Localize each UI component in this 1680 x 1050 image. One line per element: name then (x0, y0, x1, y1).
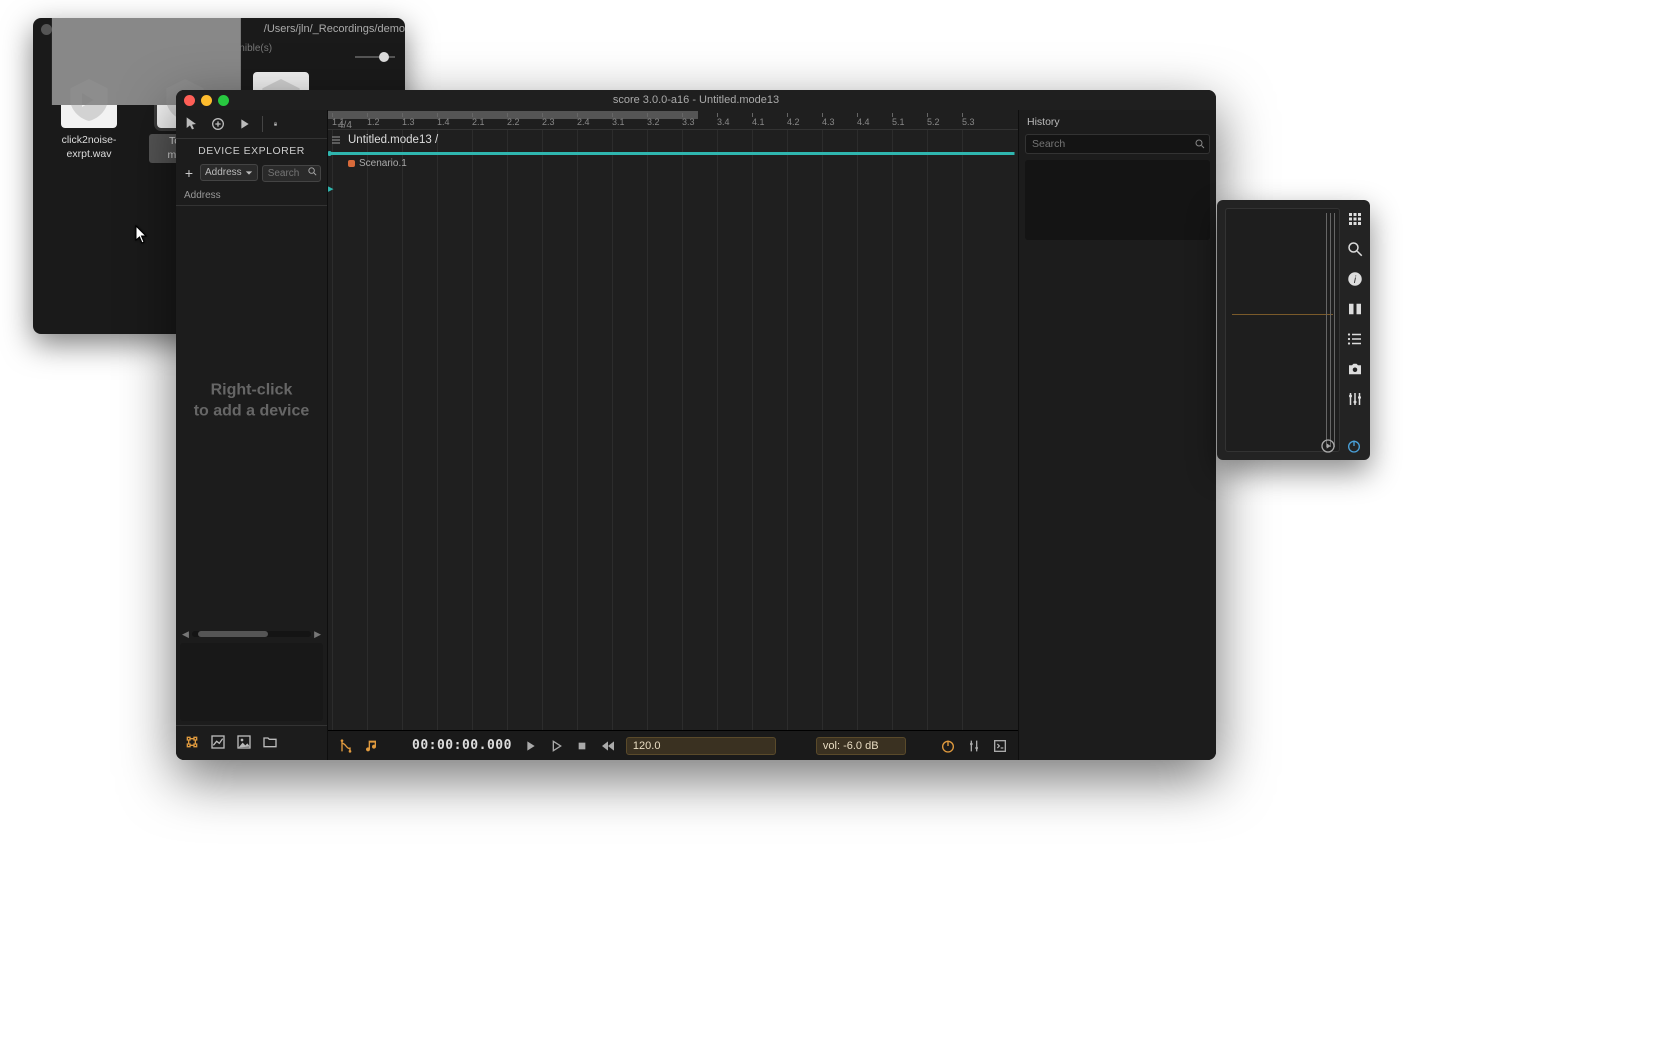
scenario-name: Scenario.1 (359, 158, 407, 169)
search-icon[interactable] (307, 166, 318, 177)
finder-titlebar[interactable]: /Users/jln/_Recordings/demo (33, 18, 405, 40)
timeline-panel: 1.11.21.31.42.12.22.32.43.13.23.33.44.14… (328, 110, 1018, 760)
music-icon[interactable] (364, 738, 380, 754)
interval-bar[interactable] (328, 152, 1018, 155)
score-title-text: score 3.0.0-a16 - Untitled.mode13 (176, 94, 1216, 106)
inspector-dock: i (1217, 200, 1370, 460)
search-icon[interactable] (1346, 240, 1364, 258)
device-explorer-panel: DEVICE EXPLORER + Address Address Right-… (176, 110, 328, 760)
gridline (752, 130, 753, 730)
dropdown-label: Address (205, 167, 242, 178)
add-tool-icon[interactable] (210, 116, 226, 132)
explorer-filter-dropdown[interactable]: Address (200, 164, 258, 181)
explorer-title: DEVICE EXPLORER (176, 139, 327, 163)
history-list[interactable] (1025, 160, 1210, 240)
lock-icon[interactable] (262, 116, 278, 132)
chart-icon[interactable] (210, 734, 226, 750)
columns-icon[interactable] (1346, 300, 1364, 318)
menu-icon[interactable] (330, 134, 342, 146)
finder-zoom-slider[interactable] (355, 56, 395, 58)
finder-path-text: /Users/jln/_Recordings/demo (264, 23, 405, 35)
finder-file-item[interactable]: click2noise-exrpt.wav (53, 72, 125, 163)
score-titlebar[interactable]: score 3.0.0-a16 - Untitled.mode13 (176, 90, 1216, 110)
info-icon[interactable]: i (1346, 270, 1364, 288)
history-search-input[interactable] (1025, 134, 1210, 154)
explorer-bottom-toolbar (176, 725, 327, 760)
explorer-searchbar: + Address (176, 163, 327, 186)
console-icon[interactable] (992, 738, 1008, 754)
history-panel: History (1018, 110, 1216, 760)
explorer-detail (180, 643, 323, 721)
grid-icon[interactable] (1346, 210, 1364, 228)
nodes-icon[interactable] (184, 734, 200, 750)
gridline (542, 130, 543, 730)
play-tool-icon[interactable] (236, 116, 252, 132)
pointer-tool-icon[interactable] (184, 116, 200, 132)
gridline (612, 130, 613, 730)
playhead-marker-icon[interactable]: ▸ (328, 182, 334, 195)
search-icon[interactable] (1194, 138, 1206, 150)
play-outline-button[interactable] (548, 738, 564, 754)
add-device-button[interactable]: + (182, 165, 196, 181)
rewind-button[interactable] (600, 738, 616, 754)
explorer-placeholder: Right-click to add a device (176, 379, 327, 422)
score-window: score 3.0.0-a16 - Untitled.mode13 DEVICE… (176, 90, 1216, 760)
gridline (962, 130, 963, 730)
folder-icon[interactable] (262, 734, 278, 750)
timecode-display[interactable]: 00:00:00.000 (412, 738, 512, 753)
gridline (787, 130, 788, 730)
camera-icon[interactable] (1346, 360, 1364, 378)
inspector-side-tabs: i (1340, 200, 1370, 460)
gridline (892, 130, 893, 730)
power-icon[interactable] (1346, 438, 1362, 454)
play-circle-icon[interactable] (1320, 438, 1336, 454)
scroll-right-icon[interactable]: ▶ (314, 629, 321, 640)
list-icon[interactable] (1346, 330, 1364, 348)
scenario-label[interactable]: Scenario.1 (348, 158, 407, 169)
track-area[interactable]: Untitled.mode13 / Scenario.1 ▸ (328, 130, 1018, 730)
mouse-cursor (135, 225, 149, 245)
explorer-toolbar (176, 110, 327, 139)
gridline (507, 130, 508, 730)
history-search[interactable] (1025, 134, 1210, 154)
explorer-hscroll[interactable]: ◀ ▶ (176, 629, 327, 639)
branch-icon[interactable] (338, 738, 354, 754)
volume-value: vol: -6.0 dB (823, 740, 879, 752)
track-header[interactable]: Untitled.mode13 / (330, 134, 438, 146)
gridline (647, 130, 648, 730)
bpm-value: 120.0 (633, 740, 661, 752)
scroll-left-icon[interactable]: ◀ (182, 629, 189, 640)
gridline (367, 130, 368, 730)
transport-bar: 00:00:00.000 120.0 vol: -6.0 dB (328, 730, 1018, 760)
track-name: Untitled.mode13 / (348, 134, 438, 146)
gridline (717, 130, 718, 730)
sliders-icon[interactable] (1346, 390, 1364, 408)
gridline (472, 130, 473, 730)
inspector-body[interactable] (1225, 208, 1340, 452)
gridline (682, 130, 683, 730)
gridline (857, 130, 858, 730)
image-icon[interactable] (236, 734, 252, 750)
mixer-icon[interactable] (966, 738, 982, 754)
stop-button[interactable] (574, 738, 590, 754)
power-icon[interactable] (940, 738, 956, 754)
bpm-field[interactable]: 120.0 (626, 737, 776, 755)
file-thumb-icon (61, 72, 117, 128)
scenario-dot-icon (348, 160, 355, 167)
explorer-column-header: Address (176, 186, 327, 206)
explorer-tree[interactable]: Right-click to add a device (176, 206, 327, 629)
chevron-down-icon (245, 169, 253, 177)
gridline (437, 130, 438, 730)
gridline (927, 130, 928, 730)
explorer-search-input[interactable] (262, 163, 321, 182)
gridline (822, 130, 823, 730)
gridline (577, 130, 578, 730)
gridline (332, 130, 333, 730)
volume-field[interactable]: vol: -6.0 dB (816, 737, 906, 755)
play-button[interactable] (522, 738, 538, 754)
gridline (402, 130, 403, 730)
